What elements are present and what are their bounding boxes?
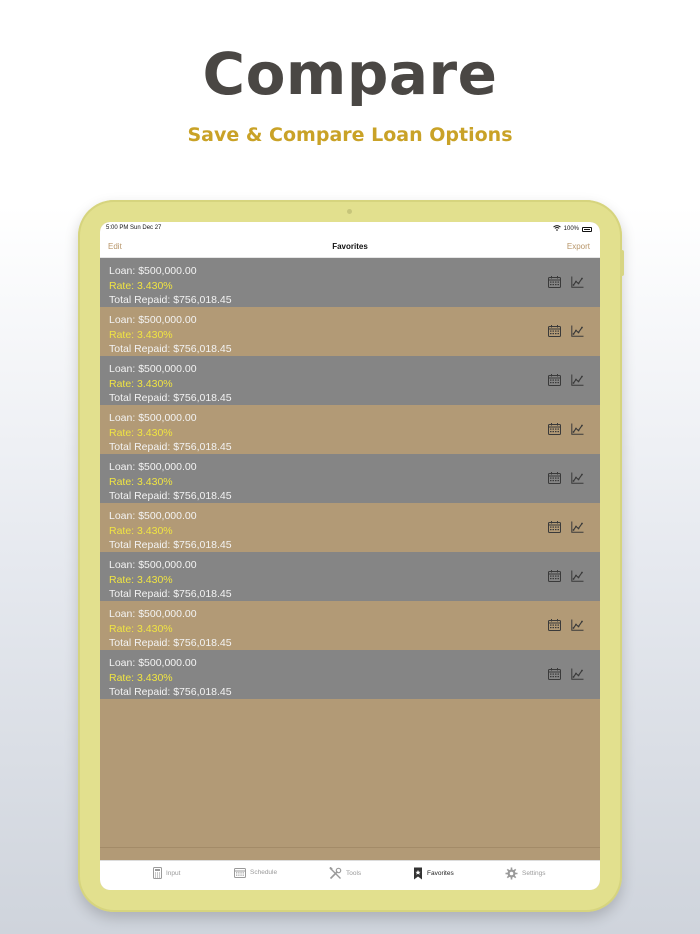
chart-icon[interactable] xyxy=(571,668,584,680)
favorite-row[interactable]: Loan: $500,000.00 Rate: 3.430% Total Repai… xyxy=(100,454,600,503)
gear-icon xyxy=(505,867,518,880)
total-repaid: Total Repaid: $756,018.45 xyxy=(109,343,232,355)
loan-rate: Rate: 3.430% xyxy=(109,426,173,439)
total-repaid: Total Repaid: $756,018.45 xyxy=(109,490,232,502)
loan-amount: Loan: $500,000.00 xyxy=(109,559,197,571)
wifi-icon xyxy=(552,225,561,233)
status-indicators: 100% xyxy=(552,225,592,233)
total-repaid: Total Repaid: $756,018.45 xyxy=(109,637,232,649)
loan-amount: Loan: $500,000.00 xyxy=(109,412,197,424)
loan-amount: Loan: $500,000.00 xyxy=(109,657,197,669)
ipad-frame: 5:00 PM Sun Dec 27 100% Edit Favorites E… xyxy=(78,200,622,912)
favorite-row[interactable]: Loan: $500,000.00 Rate: 3.430% Total Repai… xyxy=(100,405,600,454)
total-repaid: Total Repaid: $756,018.45 xyxy=(109,686,232,698)
export-button[interactable]: Export xyxy=(567,242,590,251)
tools-icon xyxy=(329,867,342,880)
status-bar: 5:00 PM Sun Dec 27 100% xyxy=(100,222,600,236)
loan-amount: Loan: $500,000.00 xyxy=(109,608,197,620)
row-actions xyxy=(548,276,584,288)
tab-tools[interactable]: Tools xyxy=(329,867,361,880)
tab-schedule[interactable]: Schedule xyxy=(234,867,277,878)
tab-input-label: Input xyxy=(166,869,181,877)
camera-dot xyxy=(347,209,352,214)
tab-input[interactable]: Input xyxy=(153,867,180,879)
row-actions xyxy=(548,325,584,337)
row-actions xyxy=(548,521,584,533)
calendar-icon[interactable] xyxy=(548,619,561,631)
chart-icon[interactable] xyxy=(571,570,584,582)
calendar-icon[interactable] xyxy=(548,374,561,386)
battery-icon xyxy=(582,226,592,232)
loan-rate: Rate: 3.430% xyxy=(109,328,173,341)
total-repaid: Total Repaid: $756,018.45 xyxy=(109,588,232,600)
row-actions xyxy=(548,668,584,680)
chart-icon[interactable] xyxy=(571,423,584,435)
loan-rate: Rate: 3.430% xyxy=(109,671,173,684)
tab-settings[interactable]: Settings xyxy=(505,867,546,880)
row-actions xyxy=(548,472,584,484)
chart-icon[interactable] xyxy=(571,325,584,337)
loan-rate: Rate: 3.430% xyxy=(109,377,173,390)
favorite-row[interactable]: Loan: $500,000.00 Rate: 3.430% Total Repai… xyxy=(100,601,600,650)
chart-icon[interactable] xyxy=(571,472,584,484)
status-time: 5:00 PM Sun Dec 27 xyxy=(106,225,162,231)
loan-amount: Loan: $500,000.00 xyxy=(109,363,197,375)
favorite-row[interactable]: Loan: $500,000.00 Rate: 3.430% Total Repai… xyxy=(100,356,600,405)
loan-amount: Loan: $500,000.00 xyxy=(109,461,197,473)
battery-percent: 100% xyxy=(563,226,579,232)
calendar-icon[interactable] xyxy=(548,570,561,582)
tab-favorites-label: Favorites xyxy=(427,870,454,877)
row-actions xyxy=(548,570,584,582)
loan-amount: Loan: $500,000.00 xyxy=(109,314,197,326)
loan-rate: Rate: 3.430% xyxy=(109,573,173,586)
list-empty-area xyxy=(100,699,600,860)
device-side-button xyxy=(620,250,624,276)
total-repaid: Total Repaid: $756,018.45 xyxy=(109,539,232,551)
tab-schedule-label: Schedule xyxy=(250,869,278,876)
favorite-row[interactable]: Loan: $500,000.00 Rate: 3.430% Total Repai… xyxy=(100,503,600,552)
promo-headline: Compare xyxy=(202,40,498,108)
tab-tools-label: Tools xyxy=(346,870,362,877)
total-repaid: Total Repaid: $756,018.45 xyxy=(109,441,232,453)
calendar-icon[interactable] xyxy=(548,423,561,435)
favorite-row[interactable]: Loan: $500,000.00 Rate: 3.430% Total Repai… xyxy=(100,307,600,356)
calendar-icon[interactable] xyxy=(548,276,561,288)
tab-bar: Input Schedule Tools Favorites Settings xyxy=(100,860,600,890)
loan-amount: Loan: $500,000.00 xyxy=(109,265,197,277)
tab-favorites[interactable]: Favorites xyxy=(413,867,454,880)
favorite-row[interactable]: Loan: $500,000.00 Rate: 3.430% Total Repai… xyxy=(100,552,600,601)
total-repaid: Total Repaid: $756,018.45 xyxy=(109,392,232,404)
app-screen: 5:00 PM Sun Dec 27 100% Edit Favorites E… xyxy=(100,222,600,890)
loan-rate: Rate: 3.430% xyxy=(109,524,173,537)
chart-icon[interactable] xyxy=(571,276,584,288)
navigation-bar: Edit Favorites Export xyxy=(100,236,600,258)
list-divider xyxy=(100,847,600,848)
chart-icon[interactable] xyxy=(571,521,584,533)
chart-icon[interactable] xyxy=(571,619,584,631)
page-title: Favorites xyxy=(332,242,368,251)
row-actions xyxy=(548,619,584,631)
loan-rate: Rate: 3.430% xyxy=(109,475,173,488)
row-actions xyxy=(548,374,584,386)
calendar-icon xyxy=(234,867,246,878)
calendar-icon[interactable] xyxy=(548,521,561,533)
calendar-icon[interactable] xyxy=(548,325,561,337)
favorite-row[interactable]: Loan: $500,000.00 Rate: 3.430% Total Repai… xyxy=(100,258,600,307)
loan-amount: Loan: $500,000.00 xyxy=(109,510,197,522)
promo-subheadline: Save & Compare Loan Options xyxy=(187,124,513,146)
tab-settings-label: Settings xyxy=(522,870,546,877)
favorite-row[interactable]: Loan: $500,000.00 Rate: 3.430% Total Repai… xyxy=(100,650,600,699)
chart-icon[interactable] xyxy=(571,374,584,386)
calendar-icon[interactable] xyxy=(548,668,561,680)
loan-rate: Rate: 3.430% xyxy=(109,279,173,292)
loan-rate: Rate: 3.430% xyxy=(109,622,173,635)
calendar-icon[interactable] xyxy=(548,472,561,484)
favorites-list: Loan: $500,000.00 Rate: 3.430% Total Repai… xyxy=(100,258,600,699)
bookmark-icon xyxy=(413,867,423,880)
row-actions xyxy=(548,423,584,435)
total-repaid: Total Repaid: $756,018.45 xyxy=(109,294,232,306)
calculator-icon xyxy=(153,867,162,879)
